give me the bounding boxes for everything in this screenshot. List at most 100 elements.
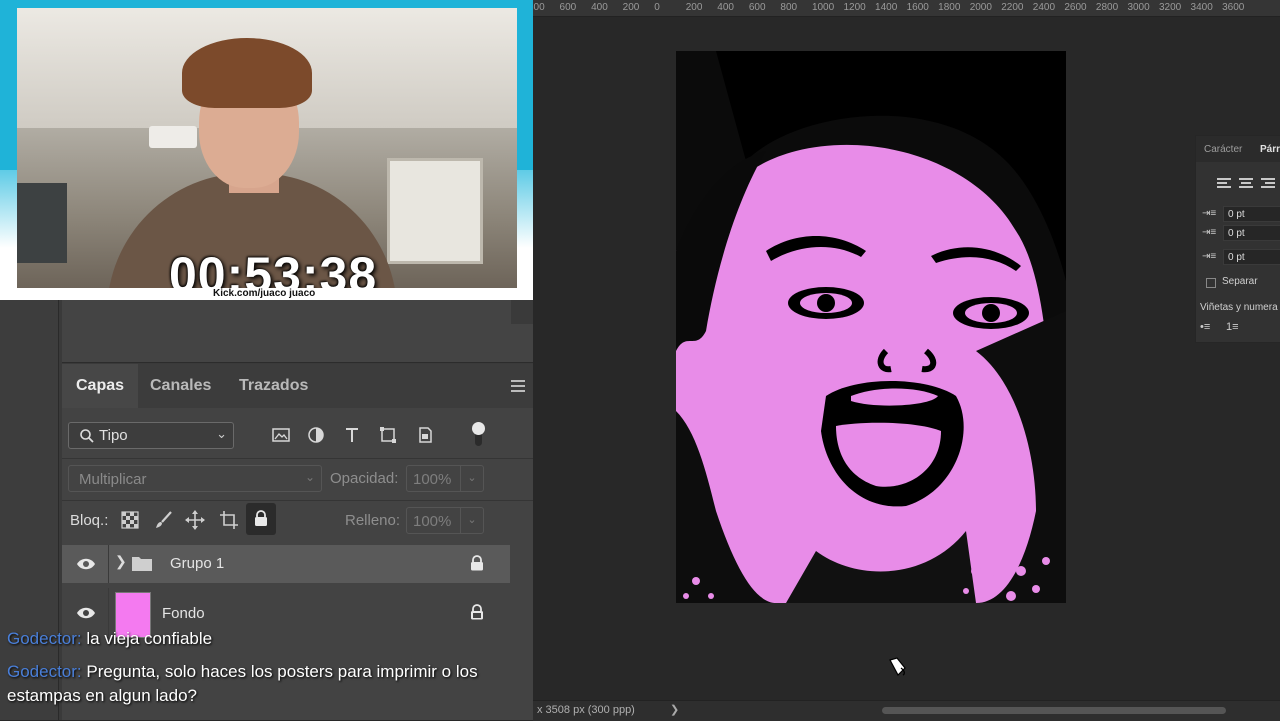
chevron-down-icon: ⌄ xyxy=(304,470,315,484)
horizontal-ruler[interactable]: 8006004002000200400600800100012001400160… xyxy=(533,0,1280,17)
indent-first-line-icon: ⇥≡ xyxy=(1202,227,1217,238)
layer-filter-select[interactable]: Tipo ⌄ xyxy=(68,422,234,449)
fill-value: 100% xyxy=(413,513,452,530)
ruler-tick-label: 2200 xyxy=(1001,2,1024,13)
tab-paragraph[interactable]: Párr xyxy=(1260,144,1280,155)
image-filter-icon[interactable] xyxy=(270,424,292,446)
chevron-right-icon[interactable]: ❯ xyxy=(670,703,679,716)
align-center-icon[interactable] xyxy=(1239,178,1253,190)
panel-menu-icon[interactable] xyxy=(511,380,525,392)
tab-channels[interactable]: Canales xyxy=(150,377,211,395)
layer-filter-label: Tipo xyxy=(99,427,128,444)
align-left-icon[interactable] xyxy=(1217,178,1231,190)
tab-paths[interactable]: Trazados xyxy=(239,377,308,395)
stream-timer: 00:53:38 xyxy=(169,247,378,288)
opacity-value: 100% xyxy=(413,471,452,488)
chat-text: la vieja confiable xyxy=(86,629,213,648)
shape-filter-icon[interactable] xyxy=(377,424,399,446)
lock-position-move-icon[interactable] xyxy=(183,508,207,532)
ruler-tick-label: 3000 xyxy=(1127,2,1150,13)
visibility-eye-icon[interactable] xyxy=(76,606,96,620)
chevron-down-icon: ⌄ xyxy=(216,426,227,441)
layer-lock-icon xyxy=(471,604,483,620)
bullet-list-icon[interactable]: •≡ xyxy=(1200,321,1214,333)
type-filter-icon[interactable] xyxy=(341,424,363,446)
row-separator xyxy=(108,545,109,583)
chat-message: Godector: Pregunta, solo haces los poste… xyxy=(7,660,532,708)
lock-label: Bloq.: xyxy=(70,512,109,529)
opacity-label: Opacidad: xyxy=(330,470,399,487)
chat-message: Godector: la vieja confiable xyxy=(7,627,532,651)
folder-icon xyxy=(132,557,152,571)
air-conditioner xyxy=(149,126,197,148)
chevron-down-icon: ⌄ xyxy=(460,466,483,491)
ruler-tick-label: 0 xyxy=(654,2,660,13)
fill-field[interactable]: 100% ⌄ xyxy=(406,507,484,534)
lock-transparency-icon[interactable] xyxy=(118,508,142,532)
divider xyxy=(62,458,533,459)
collapsed-panel-strip xyxy=(0,300,59,720)
filter-toggle[interactable] xyxy=(472,422,485,448)
upper-panel xyxy=(62,300,533,363)
space-before-icon: ⇥≡ xyxy=(1202,251,1217,262)
layer-lock-icon xyxy=(471,555,483,571)
indent-left-icon: ⇥≡ xyxy=(1202,208,1217,219)
ruler-tick-label: 600 xyxy=(559,2,577,13)
divider xyxy=(62,500,533,501)
opacity-field[interactable]: 100% ⌄ xyxy=(406,465,484,492)
paragraph-panel: Carácter Párr ⇥≡ 0 pt ⇥≡ 0 pt ⇥≡ 0 pt Se… xyxy=(1195,135,1280,343)
layer-name: Grupo 1 xyxy=(170,555,225,572)
ruler-tick-label: 600 xyxy=(748,2,766,13)
ruler-tick-label: 800 xyxy=(533,2,545,13)
layer-row-group-1[interactable]: ❯ Grupo 1 xyxy=(62,545,510,583)
ruler-tick-label: 1800 xyxy=(938,2,961,13)
ruler-tick-label: 400 xyxy=(717,2,734,13)
space-before-field[interactable]: 0 pt xyxy=(1223,249,1280,265)
chat-username: Godector: xyxy=(7,629,82,648)
ruler-tick-label: 800 xyxy=(780,2,798,13)
indent-left-field[interactable]: 0 pt xyxy=(1223,206,1280,222)
tab-layers[interactable]: Capas xyxy=(76,377,124,395)
ruler-tick-label: 1000 xyxy=(811,2,835,13)
lock-all-button[interactable] xyxy=(246,503,276,535)
paint-bucket-cursor-icon xyxy=(889,657,906,676)
ruler-tick-label: 1400 xyxy=(875,2,898,13)
hyphenate-label: Separar xyxy=(1222,276,1258,287)
ruler-tick-label: 200 xyxy=(685,2,703,13)
lock-icon xyxy=(255,510,267,526)
ruler-tick-label: 400 xyxy=(591,2,608,13)
indent-first-line-field[interactable]: 0 pt xyxy=(1223,225,1280,241)
document-info: x 3508 px (300 ppp) xyxy=(537,704,635,716)
blend-mode-value: Multiplicar xyxy=(79,471,147,488)
lock-pixels-brush-icon[interactable] xyxy=(152,508,176,532)
fill-label: Relleno: xyxy=(345,512,401,529)
horizontal-scrollbar[interactable] xyxy=(882,707,1226,714)
ruler-tick-label: 2800 xyxy=(1095,2,1119,13)
upper-panel-scrollbar[interactable] xyxy=(511,300,533,324)
chevron-down-icon: ⌄ xyxy=(460,508,483,533)
monitor xyxy=(17,183,67,263)
tab-character[interactable]: Carácter xyxy=(1204,144,1242,155)
blend-mode-select[interactable]: Multiplicar ⌄ xyxy=(68,465,322,492)
visibility-eye-icon[interactable] xyxy=(76,557,96,571)
ruler-tick-label: 1600 xyxy=(906,2,929,13)
room-window xyxy=(387,158,483,264)
search-icon xyxy=(80,429,94,443)
align-right-icon[interactable] xyxy=(1261,178,1275,190)
ruler-tick-label: 2400 xyxy=(1032,2,1056,13)
chevron-right-icon[interactable]: ❯ xyxy=(115,553,127,570)
pop-art-portrait-image xyxy=(676,51,1066,603)
ruler-tick-label: 3400 xyxy=(1190,2,1213,13)
lock-artboard-crop-icon[interactable] xyxy=(217,508,241,532)
document-canvas-image[interactable] xyxy=(676,51,1066,603)
ruler-tick-label: 2000 xyxy=(969,2,992,13)
webcam-overlay: 00:53:38 Kick.com/juaco juaco xyxy=(0,0,533,300)
webcam-video: 00:53:38 xyxy=(17,8,517,288)
stream-url: Kick.com/juaco juaco xyxy=(213,288,316,299)
hyphenate-checkbox[interactable] xyxy=(1206,278,1216,288)
adjustment-filter-icon[interactable] xyxy=(305,424,327,446)
status-bar: x 3508 px (300 ppp) ❯ xyxy=(533,700,1280,721)
streamer-hair xyxy=(182,38,312,108)
smart-object-filter-icon[interactable] xyxy=(414,424,436,446)
numbered-list-icon[interactable]: 1≡ xyxy=(1226,321,1240,333)
